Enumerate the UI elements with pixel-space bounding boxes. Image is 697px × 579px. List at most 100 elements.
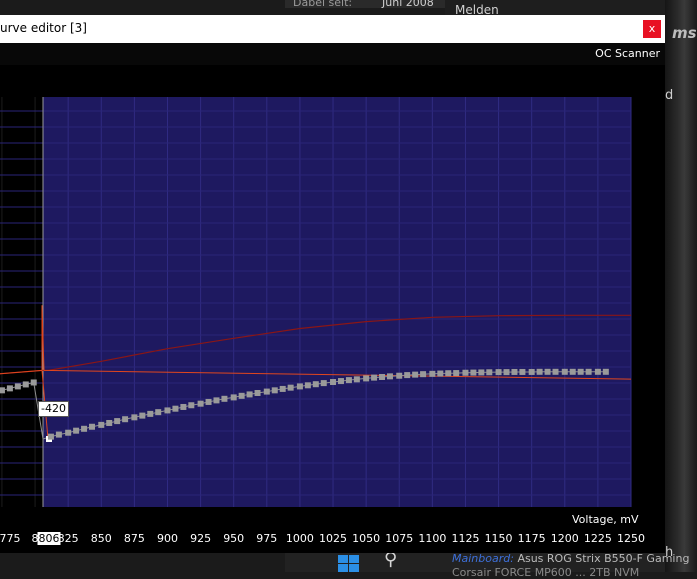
curve-point [412, 371, 419, 378]
curve-point [254, 389, 261, 396]
vf-curve-chart[interactable] [0, 15, 665, 553]
x-tick-label: 1150 [484, 532, 513, 545]
curve-point [312, 381, 319, 388]
x-tick-label: 900 [156, 532, 178, 545]
curve-point [602, 368, 609, 375]
curve-point [98, 421, 105, 428]
curve-point [164, 407, 171, 414]
curve-point [420, 371, 427, 378]
mainboard-value: Asus ROG Strix B550-F Gaming [517, 552, 690, 565]
curve-point [503, 369, 510, 376]
curve-point [0, 387, 5, 394]
curve-point [495, 369, 502, 376]
x-axis-title: Voltage, mV [572, 513, 639, 526]
x-tick-label: 1225 [583, 532, 612, 545]
curve-point [30, 379, 37, 386]
curve-point [188, 402, 195, 409]
curve-point [386, 373, 393, 380]
curve-point [330, 379, 337, 386]
x-tick-label: 1175 [517, 532, 546, 545]
curve-point [345, 377, 352, 384]
curve-point [437, 370, 444, 377]
signature-mainboard: Mainboard: Asus ROG Strix B550-F Gaming [452, 552, 689, 565]
joined-value: Juni 2008 [382, 0, 434, 9]
curve-editor-window: 775 8 806 825 850 875 900 925 950 975 1000 1025 1050… [0, 15, 665, 553]
curve-point [320, 380, 327, 387]
curve-point [14, 383, 21, 390]
x-tick-label: 1025 [319, 532, 348, 545]
curve-point [353, 376, 360, 383]
curve-point [213, 397, 220, 404]
curve-point [519, 368, 526, 375]
x-tick-label: 1250 [617, 532, 645, 545]
curve-point [486, 369, 493, 376]
x-tick-label: 825 [57, 532, 79, 545]
curve-point [594, 368, 601, 375]
x-tick-label: 925 [190, 532, 212, 545]
x-tick-label: 850 [90, 532, 112, 545]
curve-point [230, 394, 237, 401]
curve-point [279, 385, 286, 392]
curve-point [304, 382, 311, 389]
curve-point [55, 431, 62, 438]
curve-point [139, 412, 146, 419]
msi-banner [665, 0, 697, 572]
x-tick-label: 1200 [550, 532, 579, 545]
curve-point [106, 419, 113, 426]
curve-point [197, 400, 204, 407]
x-tick-label: 950 [223, 532, 245, 545]
curve-point [155, 409, 162, 416]
curve-point [470, 369, 477, 376]
msi-logo: msi [672, 24, 697, 42]
curve-point [122, 416, 129, 423]
x-tick-label: 775 [0, 532, 21, 545]
joined-label: Dabei seit: [293, 0, 353, 9]
curve-point [131, 414, 138, 421]
curve-point [205, 398, 212, 405]
curve-point [221, 395, 228, 402]
curve-point [271, 387, 278, 394]
curve-point [552, 368, 559, 375]
curve-point [528, 368, 535, 375]
curve-point [569, 368, 576, 375]
x-tick-label: 1000 [285, 532, 314, 545]
curve-point [172, 405, 179, 412]
windows-start-icon[interactable] [338, 555, 360, 572]
x-tick-label: 1075 [385, 532, 414, 545]
side-text-1: d [665, 88, 674, 103]
curve-point [296, 383, 303, 390]
curve-point [246, 391, 253, 398]
curve-point [453, 370, 460, 377]
mainboard-key: Mainboard: [452, 552, 514, 565]
curve-point [147, 410, 154, 417]
curve-point [379, 373, 386, 380]
curve-point [445, 370, 452, 377]
curve-point [238, 392, 245, 399]
curve-point [6, 385, 13, 392]
window-titlebar[interactable]: urve editor [3] x [0, 15, 665, 43]
curve-point [544, 368, 551, 375]
curve-point [462, 369, 469, 376]
selected-point-value: -420 [38, 401, 69, 417]
curve-point [89, 423, 95, 430]
x-tick-label: 1100 [418, 532, 447, 545]
x-tick-label: 875 [123, 532, 145, 545]
editor-toolbar: OC Scanner [0, 43, 665, 65]
signature-storage: Corsair FORCE MP600 ... 2TB NVM [452, 566, 640, 579]
curve-point [511, 368, 518, 375]
curve-point [180, 403, 187, 410]
curve-point [287, 384, 294, 391]
curve-point [577, 368, 584, 375]
curve-point [478, 369, 485, 376]
curve-point [263, 388, 270, 395]
curve-point [561, 368, 568, 375]
curve-plot-area[interactable]: 775 8 806 825 850 875 900 925 950 975 1000 1025 1050… [0, 15, 665, 553]
curve-point [81, 425, 88, 432]
close-button[interactable]: x [643, 20, 661, 38]
x-tick-label: 975 [256, 532, 278, 545]
curve-point [114, 418, 121, 425]
curve-point [73, 427, 80, 434]
oc-scanner-button[interactable]: OC Scanner [595, 47, 660, 60]
x-tick-label: 1125 [451, 532, 480, 545]
curve-point [65, 429, 72, 436]
